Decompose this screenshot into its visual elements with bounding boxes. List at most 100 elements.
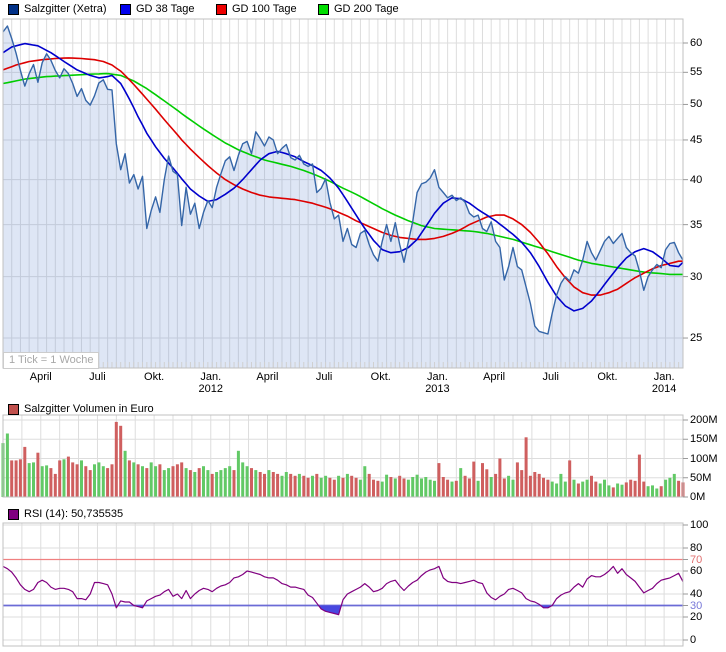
volume-bar xyxy=(175,464,179,497)
volume-bar xyxy=(206,470,210,497)
volume-bar xyxy=(607,485,611,497)
volume-bar xyxy=(123,450,127,497)
volume-bar xyxy=(184,468,188,497)
volume-bar xyxy=(71,462,75,497)
volume-bar xyxy=(271,472,275,497)
volume-bar xyxy=(66,456,70,497)
volume-bar xyxy=(677,480,681,497)
volume-bar xyxy=(49,468,53,497)
volume-bar xyxy=(58,460,62,497)
volume-bar xyxy=(651,485,654,497)
volume-bar xyxy=(215,472,219,497)
volume-bar xyxy=(568,460,572,497)
volume-bar xyxy=(629,479,633,497)
volume-bar xyxy=(101,466,105,497)
volume-bar xyxy=(350,475,354,497)
legend-label-gd38: GD 38 Tage xyxy=(136,3,195,15)
volume-bar xyxy=(197,468,201,497)
volume-bar xyxy=(481,463,484,497)
volume-bar xyxy=(411,477,415,497)
volume-bar xyxy=(620,484,624,497)
volume-bar xyxy=(32,462,35,497)
volume-bar xyxy=(367,473,371,497)
volume-bar xyxy=(27,463,31,497)
gd200-swatch-icon xyxy=(318,3,329,15)
volume-bar xyxy=(45,465,49,497)
volume-legend: Salzgitter Volumen in Euro xyxy=(0,403,726,415)
volume-bar xyxy=(563,481,567,497)
volume-bar xyxy=(88,470,92,497)
rsi-legend: RSI (14): 50,735535 xyxy=(0,508,726,520)
legend-item-rsi: RSI (14): 50,735535 xyxy=(8,508,123,520)
volume-bar xyxy=(476,480,480,497)
volume-bar xyxy=(254,470,258,497)
volume-bar xyxy=(280,475,284,497)
legend-item-volume: Salzgitter Volumen in Euro xyxy=(8,403,154,415)
volume-bar xyxy=(450,481,454,497)
volume-bar xyxy=(528,475,532,497)
volume-bar xyxy=(141,466,144,497)
volume-bar xyxy=(659,486,663,497)
volume-bar xyxy=(511,479,515,497)
legend-item-gd38: GD 38 Tage xyxy=(120,3,195,15)
volume-bar xyxy=(655,488,659,497)
volume-bar xyxy=(245,466,249,497)
main-legend: Salzgitter (Xetra) GD 38 Tage GD 100 Tag… xyxy=(0,3,726,15)
volume-bar xyxy=(210,473,214,497)
tick-interval-note: 1 Tick = 1 Woche xyxy=(3,352,100,369)
volume-bar xyxy=(646,486,650,497)
volume-bar xyxy=(537,473,541,497)
rsi-oversold-fill xyxy=(318,605,342,615)
volume-bar xyxy=(354,477,358,498)
volume-bar xyxy=(524,437,528,497)
volume-bar xyxy=(302,475,306,497)
volume-bar xyxy=(463,475,467,497)
volume-bar xyxy=(345,473,349,497)
volume-bar xyxy=(590,475,593,497)
rsi-swatch-icon xyxy=(8,508,19,520)
volume-bar xyxy=(398,475,402,497)
volume-bar xyxy=(406,479,410,497)
volume-bar xyxy=(668,477,672,498)
legend-item-gd200: GD 200 Tage xyxy=(318,3,399,15)
volume-bar xyxy=(507,475,511,497)
volume-bar xyxy=(75,464,79,497)
volume-bar xyxy=(372,479,375,497)
volume-bar xyxy=(555,483,559,497)
volume-bar xyxy=(585,479,589,497)
volume-bar xyxy=(550,481,554,497)
volume-bar xyxy=(454,480,458,497)
volume-bar xyxy=(358,479,362,497)
volume-bar xyxy=(616,483,620,497)
volume-bar xyxy=(276,473,280,497)
volume-bar xyxy=(14,460,18,497)
volume-bar xyxy=(97,462,101,497)
volume-bar xyxy=(62,459,66,497)
volume-bar xyxy=(502,478,506,497)
volume-bar xyxy=(188,470,192,497)
volume-bar xyxy=(332,479,336,497)
volume-bar xyxy=(402,478,406,497)
volume-bar xyxy=(53,473,57,497)
volume-bar xyxy=(5,433,9,497)
volume-bar xyxy=(341,477,345,498)
volume-bar xyxy=(598,483,602,497)
volume-bar xyxy=(306,477,310,498)
volume-bar xyxy=(154,466,158,497)
volume-bar xyxy=(158,464,162,497)
volume-bar xyxy=(93,464,96,497)
volume-bar xyxy=(18,459,22,497)
volume-bar xyxy=(319,477,323,498)
volume-bar xyxy=(324,475,328,497)
volume-bar xyxy=(533,472,537,497)
volume-bar xyxy=(193,472,197,497)
volume-bar xyxy=(337,475,341,497)
volume-bar xyxy=(459,468,463,497)
volume-bar xyxy=(119,425,123,497)
volume-bar xyxy=(84,466,88,497)
volume-bar xyxy=(180,462,184,497)
volume-bar xyxy=(171,466,175,497)
volume-bar xyxy=(672,473,676,497)
volume-bar xyxy=(311,475,314,497)
volume-bar xyxy=(415,474,419,497)
